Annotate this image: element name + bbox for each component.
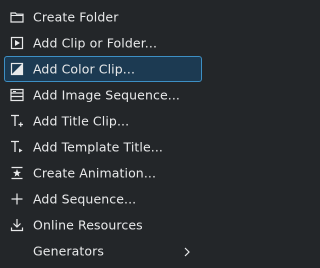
menu-item-label: Add Title Clip... — [33, 113, 130, 129]
menu-item-create-animation[interactable]: Create Animation... — [4, 160, 202, 186]
chevron-right-icon — [183, 246, 191, 258]
menu-item-add-image-sequence[interactable]: Add Image Sequence... — [4, 82, 202, 108]
menu-item-label: Create Animation... — [33, 165, 157, 181]
menu-item-create-folder[interactable]: Create Folder — [4, 4, 202, 30]
menu-item-add-title-clip[interactable]: Add Title Clip... — [4, 108, 202, 134]
download-icon — [10, 218, 24, 232]
menu-item-label: Generators — [33, 243, 104, 259]
menu-item-generators[interactable]: Generators — [4, 238, 202, 264]
menu-item-add-clip-or-folder[interactable]: Add Clip or Folder... — [4, 30, 202, 56]
context-menu: Create Folder Add Clip or Folder... Add … — [0, 0, 206, 268]
animation-icon — [10, 166, 24, 180]
menu-item-label: Online Resources — [33, 217, 143, 233]
menu-item-label: Add Color Clip... — [33, 61, 136, 77]
menu-item-add-color-clip[interactable]: Add Color Clip... — [4, 56, 202, 82]
folder-new-icon — [10, 10, 24, 24]
menu-item-online-resources[interactable]: Online Resources — [4, 212, 202, 238]
add-clip-icon — [10, 36, 24, 50]
menu-item-label: Add Image Sequence... — [33, 87, 180, 103]
image-sequence-icon — [10, 88, 24, 102]
menu-item-label: Add Sequence... — [33, 191, 137, 207]
title-clip-icon — [10, 114, 24, 128]
menu-item-add-sequence[interactable]: Add Sequence... — [4, 186, 202, 212]
plus-icon — [10, 192, 24, 206]
menu-item-label: Add Clip or Folder... — [33, 35, 158, 51]
menu-item-add-template-title[interactable]: Add Template Title... — [4, 134, 202, 160]
menu-item-label: Add Template Title... — [33, 139, 163, 155]
menu-item-label: Create Folder — [33, 9, 119, 25]
color-clip-icon — [10, 62, 24, 76]
template-title-icon — [10, 140, 24, 154]
